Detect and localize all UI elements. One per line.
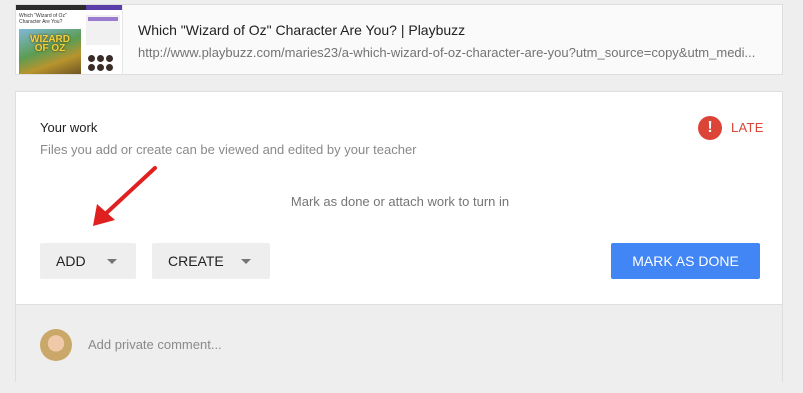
thumbnail-title: Which "Wizard of Oz" Character Are You? [19, 13, 67, 25]
private-comment-bar [16, 304, 782, 382]
link-title[interactable]: Which "Wizard of Oz" Character Are You? … [138, 22, 465, 38]
your-work-card: Your work Files you add or create can be… [15, 91, 783, 382]
create-button[interactable]: CREATE [152, 243, 270, 279]
add-button-label: ADD [56, 253, 86, 269]
create-button-label: CREATE [168, 253, 224, 269]
work-title: Your work [40, 120, 98, 135]
add-button[interactable]: ADD [40, 243, 136, 279]
work-subtitle: Files you add or create can be viewed an… [40, 142, 417, 157]
link-thumbnail: Which "Wizard of Oz" Character Are You? … [16, 5, 123, 74]
late-label: LATE [731, 120, 764, 135]
caret-down-icon [241, 259, 251, 264]
red-arrow-icon [93, 166, 157, 226]
caret-down-icon [107, 259, 117, 264]
thumbnail-logo-text: WIZARD OF OZ [30, 34, 70, 54]
link-url[interactable]: http://www.playbuzz.com/maries23/a-which… [138, 45, 768, 60]
avatar [40, 329, 72, 361]
private-comment-input[interactable] [88, 337, 688, 352]
arrow-shaft [99, 166, 157, 220]
mark-as-done-button[interactable]: MARK AS DONE [611, 243, 760, 279]
link-attachment-card[interactable]: Which "Wizard of Oz" Character Are You? … [15, 4, 783, 75]
alert-circle-icon: ! [698, 116, 722, 140]
